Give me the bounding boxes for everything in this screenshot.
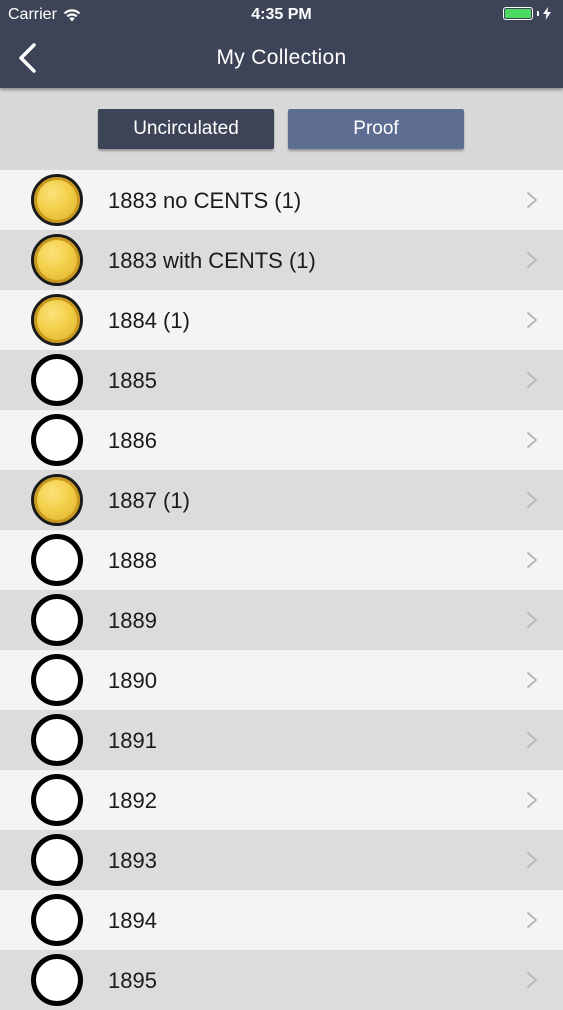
list-item-label: 1887 (1) — [108, 488, 190, 513]
list-item-label: 1892 — [108, 788, 157, 813]
list-item[interactable]: 1887 (1) — [0, 470, 563, 530]
list-item-label: 1891 — [108, 728, 157, 753]
list-item[interactable]: 1883 with CENTS (1) — [0, 230, 563, 290]
segment-proof[interactable]: Proof — [288, 109, 464, 149]
list-item-label: 1883 with CENTS (1) — [108, 248, 316, 273]
chevron-right-icon — [527, 732, 537, 748]
list-item-label: 1888 — [108, 548, 157, 573]
chevron-right-icon — [527, 912, 537, 928]
chevron-right-icon — [527, 492, 537, 508]
coin-empty-icon — [31, 894, 83, 946]
chevron-right-icon — [527, 672, 537, 688]
chevron-right-icon — [527, 852, 537, 868]
charging-bolt-icon — [543, 7, 551, 20]
segment-control: Uncirculated Proof — [0, 88, 563, 170]
coin-empty-icon — [31, 594, 83, 646]
coin-list: 1883 no CENTS (1) 1883 with CENTS (1) 1884… — [0, 170, 563, 1010]
coin-owned-icon — [31, 294, 83, 346]
coin-empty-icon — [31, 354, 83, 406]
list-item[interactable]: 1883 no CENTS (1) — [0, 170, 563, 230]
list-item-label: 1884 (1) — [108, 308, 190, 333]
chevron-right-icon — [527, 792, 537, 808]
list-item-label: 1894 — [108, 908, 157, 933]
coin-empty-icon — [31, 774, 83, 826]
list-item-label: 1889 — [108, 608, 157, 633]
list-item-label: 1883 no CENTS (1) — [108, 188, 302, 213]
coin-owned-icon — [31, 174, 83, 226]
list-item[interactable]: 1888 — [0, 530, 563, 590]
list-item[interactable]: 1885 — [0, 350, 563, 410]
list-item[interactable]: 1884 (1) — [0, 290, 563, 350]
coin-owned-icon — [31, 474, 83, 526]
list-item-label: 1895 — [108, 968, 157, 993]
coin-empty-icon — [31, 834, 83, 886]
list-item-label: 1885 — [108, 368, 157, 393]
list-item[interactable]: 1892 — [0, 770, 563, 830]
chevron-right-icon — [527, 612, 537, 628]
list-item-label: 1886 — [108, 428, 157, 453]
coin-empty-icon — [31, 654, 83, 706]
status-bar: Carrier 4:35 PM — [0, 0, 563, 30]
chevron-right-icon — [527, 972, 537, 988]
coin-empty-icon — [31, 534, 83, 586]
list-item[interactable]: 1894 — [0, 890, 563, 950]
chevron-right-icon — [527, 192, 537, 208]
chevron-right-icon — [527, 552, 537, 568]
page-title: My Collection — [216, 46, 347, 69]
coin-empty-icon — [31, 414, 83, 466]
chevron-right-icon — [527, 312, 537, 328]
chevron-right-icon — [527, 432, 537, 448]
list-item[interactable]: 1886 — [0, 410, 563, 470]
chevron-right-icon — [527, 372, 537, 388]
list-item[interactable]: 1890 — [0, 650, 563, 710]
list-item[interactable]: 1889 — [0, 590, 563, 650]
battery-icon — [503, 7, 551, 20]
coin-owned-icon — [31, 234, 83, 286]
navigation-bar: My Collection — [0, 30, 563, 88]
list-item-label: 1893 — [108, 848, 157, 873]
status-time: 4:35 PM — [251, 6, 312, 23]
list-item[interactable]: 1893 — [0, 830, 563, 890]
segment-uncirculated[interactable]: Uncirculated — [98, 109, 274, 149]
list-item[interactable]: 1895 — [0, 950, 563, 1010]
coin-empty-icon — [31, 714, 83, 766]
list-item[interactable]: 1891 — [0, 710, 563, 770]
chevron-right-icon — [527, 252, 537, 268]
list-item-label: 1890 — [108, 668, 157, 693]
coin-empty-icon — [31, 954, 83, 1006]
